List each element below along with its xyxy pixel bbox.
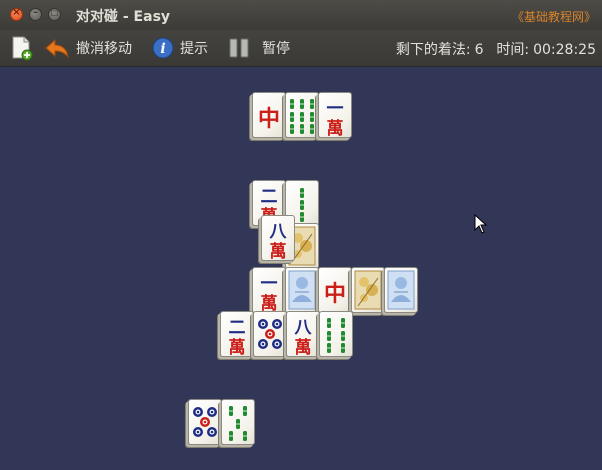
mahjong-tile-dragon[interactable]: 中 [252,92,286,138]
bamboo-tile-icon [290,99,314,134]
mahjong-tile-season[interactable] [285,267,319,313]
mahjong-tile-character[interactable]: 二萬 [220,311,254,357]
season-tile-icon [288,270,316,310]
bamboo-tile-icon [229,406,247,441]
mahjong-tile-season[interactable] [384,267,418,313]
mahjong-tile-flower[interactable] [351,267,385,313]
tile-wan-glyph: 萬 [269,242,287,261]
close-window-button[interactable]: × [10,7,23,21]
window-title: 对对碰 - Easy [76,9,171,25]
tile-wan-glyph: 萬 [260,294,278,313]
time-value: 00:28:25 [533,42,596,58]
dots-tile-icon [258,319,282,349]
title-bar[interactable]: × – □ 对对碰 - Easy 《基础教程网》 [0,0,602,30]
mahjong-tile-dots[interactable] [253,311,287,357]
undo-arrow-icon [45,38,69,59]
tile-dragon-glyph: 中 [257,106,280,132]
game-board: 中一萬二萬八萬一萬中二萬八萬 [0,67,602,470]
tile-wan-glyph: 萬 [326,119,344,138]
toolbar: 撤消移动 i 提示 暂停 剩下的着法: 6 时间: 00:28:25 [0,30,602,67]
pause-button[interactable]: 暂停 [228,30,290,66]
tile-wan-glyph: 萬 [228,338,246,357]
moves-left-value: 6 [474,42,484,58]
svg-text:i: i [160,41,165,57]
pause-label: 暂停 [262,41,290,57]
season-tile-icon [387,270,415,310]
dots-tile-icon [193,407,217,437]
minimize-window-button[interactable]: – [29,7,42,21]
mahjong-tile-dots[interactable] [188,399,222,445]
pause-icon [229,38,249,58]
mahjong-tile-character[interactable]: 一萬 [318,92,352,138]
minimize-icon: – [33,7,38,18]
game-status: 剩下的着法: 6 时间: 00:28:25 [392,39,596,59]
mahjong-tile-bamboo[interactable] [319,311,353,357]
maximize-icon: □ [50,8,59,17]
mahjong-tile-character[interactable]: 一萬 [252,267,286,313]
maximize-window-button[interactable]: □ [48,8,61,21]
tile-wan-glyph: 萬 [294,338,312,357]
new-document-icon [12,36,33,61]
flower-tile-icon [354,270,382,310]
new-game-button[interactable] [10,30,34,66]
mouse-cursor-icon [474,214,488,234]
hint-button[interactable]: i 提示 [152,30,208,66]
mahjong-tile-character[interactable]: 八萬 [261,215,295,261]
moves-left-label: 剩下的着法: [395,42,471,58]
info-icon: i [152,37,174,59]
close-icon: × [12,7,21,18]
hint-label: 提示 [180,41,208,57]
mahjong-tile-dragon[interactable]: 中 [318,267,352,313]
undo-move-button[interactable]: 撤消移动 [44,30,132,66]
watermark-text: 《基础教程网》 [511,10,596,24]
undo-move-label: 撤消移动 [76,41,132,57]
app-window: × – □ 对对碰 - Easy 《基础教程网》 撤消移动 i 提示 暂停 剩下… [0,0,602,470]
bamboo-tile-icon [327,318,345,353]
tile-dragon-glyph: 中 [323,281,346,307]
time-label: 时间: [496,42,530,58]
mahjong-tile-bamboo[interactable] [221,399,255,445]
mahjong-tile-character[interactable]: 八萬 [286,311,320,357]
mahjong-tile-bamboo[interactable] [285,92,319,138]
